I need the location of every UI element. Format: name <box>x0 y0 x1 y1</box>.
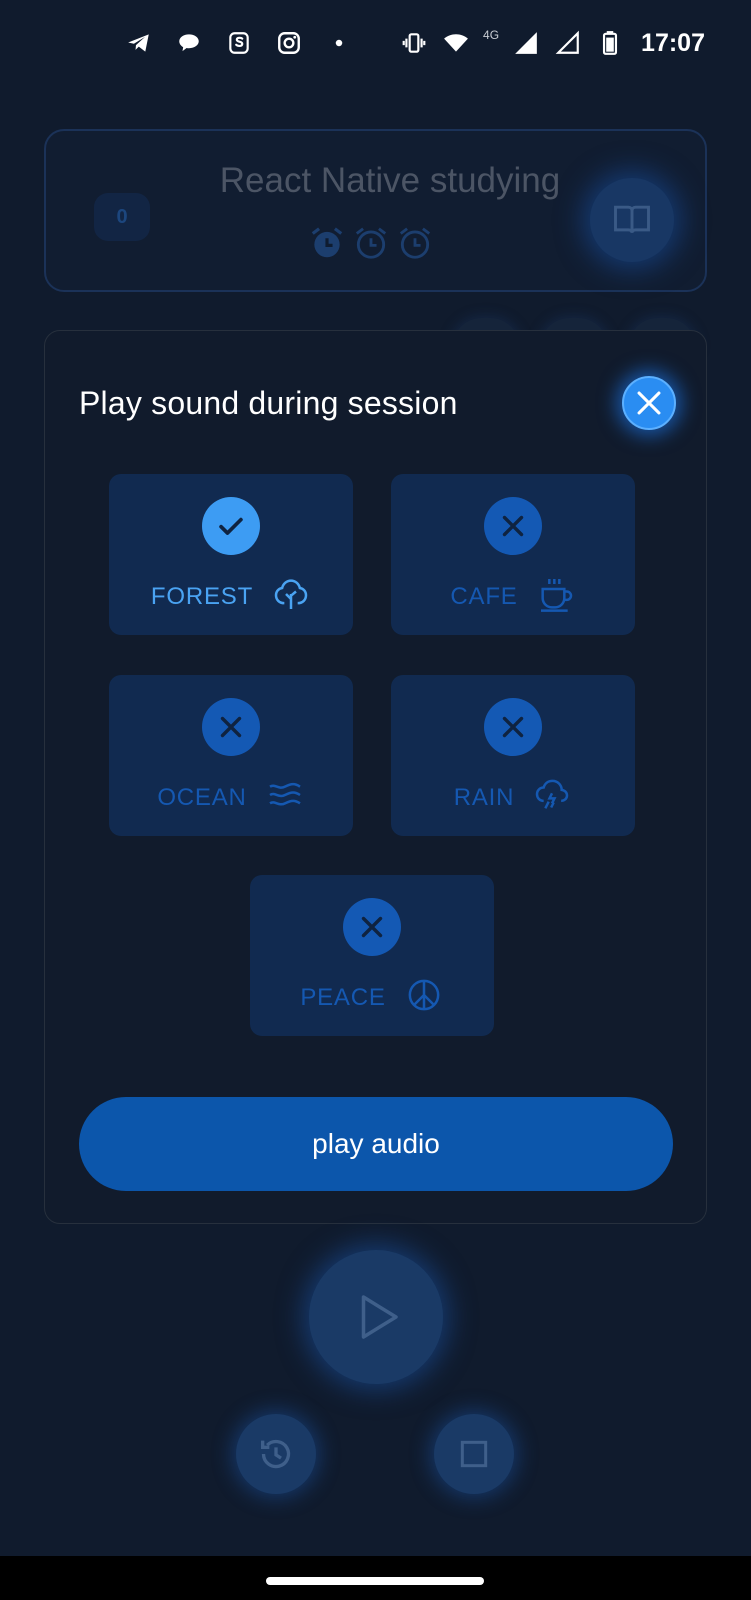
play-button[interactable] <box>309 1250 443 1384</box>
network-type-label: 4G <box>483 28 500 42</box>
x-icon <box>502 515 524 537</box>
x-icon <box>361 916 383 938</box>
coffee-cup-icon <box>536 574 576 619</box>
modal-title: Play sound during session <box>79 385 458 421</box>
sound-tile-cafe[interactable]: CAFE <box>391 474 635 635</box>
sound-modal: Play sound during session FOREST CAFE OC… <box>44 330 707 1224</box>
book-icon <box>614 205 650 233</box>
notification-icons <box>124 28 354 58</box>
waves-icon <box>265 775 305 820</box>
sound-label: PEACE <box>300 983 386 1011</box>
task-card[interactable]: 0 React Native studying <box>44 129 707 292</box>
unselected-mark <box>202 698 260 756</box>
sound-tile-peace[interactable]: PEACE <box>250 875 494 1036</box>
stop-button[interactable] <box>434 1414 514 1494</box>
alarm-outline-icon <box>355 227 387 259</box>
sound-label: RAIN <box>453 783 515 811</box>
sound-label: CAFE <box>450 582 518 610</box>
vibrate-icon <box>399 28 429 58</box>
task-title: React Native studying <box>219 161 561 200</box>
battery-icon <box>595 28 625 58</box>
play-audio-button[interactable]: play audio <box>79 1097 673 1191</box>
home-indicator[interactable] <box>266 1577 484 1585</box>
alarm-outline-icon <box>399 227 431 259</box>
notification-dot-icon <box>324 28 354 58</box>
book-button[interactable] <box>590 178 674 262</box>
instagram-icon <box>274 28 304 58</box>
selected-check <box>202 497 260 555</box>
peace-icon <box>404 975 444 1020</box>
sound-label: FOREST <box>150 582 254 610</box>
play-icon <box>361 1295 398 1339</box>
alarm-indicators <box>308 224 434 262</box>
close-button[interactable] <box>622 376 676 430</box>
sound-label: OCEAN <box>157 783 247 811</box>
unselected-mark <box>484 698 542 756</box>
chat-bubble-icon <box>174 28 204 58</box>
check-icon <box>219 517 243 535</box>
unselected-mark <box>484 497 542 555</box>
rain-cloud-icon <box>532 775 572 820</box>
wifi-icon <box>441 28 471 58</box>
alarm-filled-icon <box>311 227 343 258</box>
telegram-icon <box>124 28 154 58</box>
x-icon <box>502 716 524 738</box>
stop-icon <box>460 1440 488 1468</box>
history-icon <box>261 1439 291 1469</box>
sound-tile-rain[interactable]: RAIN <box>391 675 635 836</box>
x-icon <box>220 716 242 738</box>
system-icons: 4G 17:07 <box>399 28 705 58</box>
history-button[interactable] <box>236 1414 316 1494</box>
task-count-badge: 0 <box>94 193 150 241</box>
status-bar: 4G 17:07 <box>0 0 751 86</box>
clock: 17:07 <box>641 28 705 57</box>
skype-icon <box>224 28 254 58</box>
signal-empty-icon <box>553 28 583 58</box>
sound-tile-ocean[interactable]: OCEAN <box>109 675 353 836</box>
sound-tile-forest[interactable]: FOREST <box>109 474 353 635</box>
tree-icon <box>271 574 311 619</box>
close-icon <box>637 391 661 415</box>
unselected-mark <box>343 898 401 956</box>
signal-icon <box>511 28 541 58</box>
